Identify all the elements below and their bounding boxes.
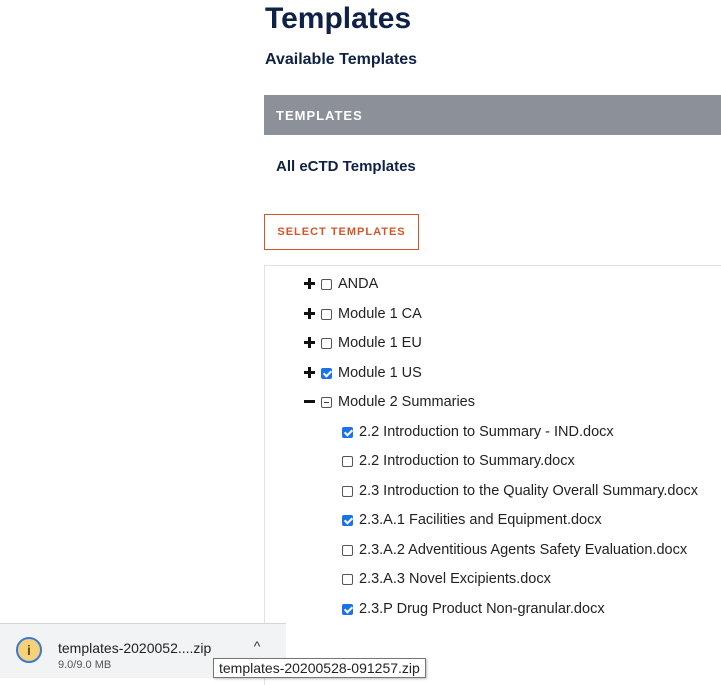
select-templates-button[interactable]: SELECT TEMPLATES <box>264 214 419 250</box>
tree-item-label: Module 1 US <box>338 365 422 381</box>
checkbox-checked[interactable] <box>342 426 353 438</box>
tree-item-label: Module 1 EU <box>338 335 422 351</box>
tree-item-module-1-eu[interactable]: Module 1 EU <box>303 332 422 354</box>
chevron-up-icon[interactable]: ^ <box>248 638 266 656</box>
expand-plus-icon[interactable] <box>303 303 316 325</box>
tree-child-label: 2.3 Introduction to the Quality Overall … <box>359 483 699 499</box>
section-header-label: TEMPLATES <box>276 108 363 123</box>
checkbox-checked[interactable] <box>342 603 353 615</box>
download-filename[interactable]: templates-2020052....zip <box>58 640 211 656</box>
checkbox[interactable] <box>321 337 332 349</box>
collapse-minus-icon[interactable] <box>303 391 316 413</box>
tree-child-label: 2.2 Introduction to Summary.docx <box>359 453 575 469</box>
checkbox-partial[interactable] <box>321 396 332 408</box>
checkbox[interactable] <box>342 455 353 467</box>
checkbox[interactable] <box>342 573 353 585</box>
tree-item-label: Module 2 Summaries <box>338 394 475 410</box>
page-subtitle: Available Templates <box>265 51 418 68</box>
zip-file-icon[interactable]: i <box>16 637 42 663</box>
tree-item-label: Module 1 CA <box>338 306 422 322</box>
tree-item-anda[interactable]: ANDA <box>303 273 378 295</box>
tree-item-module-2-summaries[interactable]: Module 2 Summaries <box>303 391 475 413</box>
checkbox-checked[interactable] <box>321 367 332 379</box>
download-size: 9.0/9.0 MB <box>58 659 112 671</box>
tree-child-item[interactable]: 2.2 Introduction to Summary - IND.docx <box>342 421 614 443</box>
filename-tooltip: templates-20200528-091257.zip <box>213 658 426 678</box>
tree-child-label: 2.3.A.1 Facilities and Equipment.docx <box>359 512 602 528</box>
tree-child-item[interactable]: 2.2 Introduction to Summary.docx <box>342 450 575 472</box>
tree-child-item[interactable]: 2.3 Introduction to the Quality Overall … <box>342 480 698 502</box>
template-tree: ANDA Module 1 CA Module 1 EU Module 1 US… <box>264 265 721 685</box>
tree-child-item[interactable]: 2.3.A.3 Novel Excipients.docx <box>342 568 551 590</box>
expand-plus-icon[interactable] <box>303 273 316 295</box>
all-templates-label: All eCTD Templates <box>276 158 416 175</box>
checkbox[interactable] <box>342 544 353 556</box>
checkbox-checked[interactable] <box>342 514 353 526</box>
tree-item-label: ANDA <box>338 276 379 292</box>
checkbox[interactable] <box>321 308 332 320</box>
tree-child-item[interactable]: 2.3.P Drug Product Non-granular.docx <box>342 598 605 620</box>
tree-child-item[interactable]: 2.3.A.1 Facilities and Equipment.docx <box>342 509 602 531</box>
checkbox[interactable] <box>321 278 332 290</box>
expand-plus-icon[interactable] <box>303 362 316 384</box>
tree-child-label: 2.3.A.2 Adventitious Agents Safety Evalu… <box>359 542 688 558</box>
tree-child-label: 2.3.A.3 Novel Excipients.docx <box>359 571 551 587</box>
checkbox[interactable] <box>342 485 353 497</box>
tree-item-module-1-ca[interactable]: Module 1 CA <box>303 303 422 325</box>
tree-child-item[interactable]: 2.3.A.2 Adventitious Agents Safety Evalu… <box>342 539 687 561</box>
expand-plus-icon[interactable] <box>303 332 316 354</box>
tree-item-module-1-us[interactable]: Module 1 US <box>303 362 422 384</box>
page-title: Templates <box>265 2 412 35</box>
templates-section-header: TEMPLATES <box>264 95 721 135</box>
tree-child-label: 2.3.P Drug Product Non-granular.docx <box>359 601 605 617</box>
tree-child-label: 2.2 Introduction to Summary - IND.docx <box>359 424 614 440</box>
